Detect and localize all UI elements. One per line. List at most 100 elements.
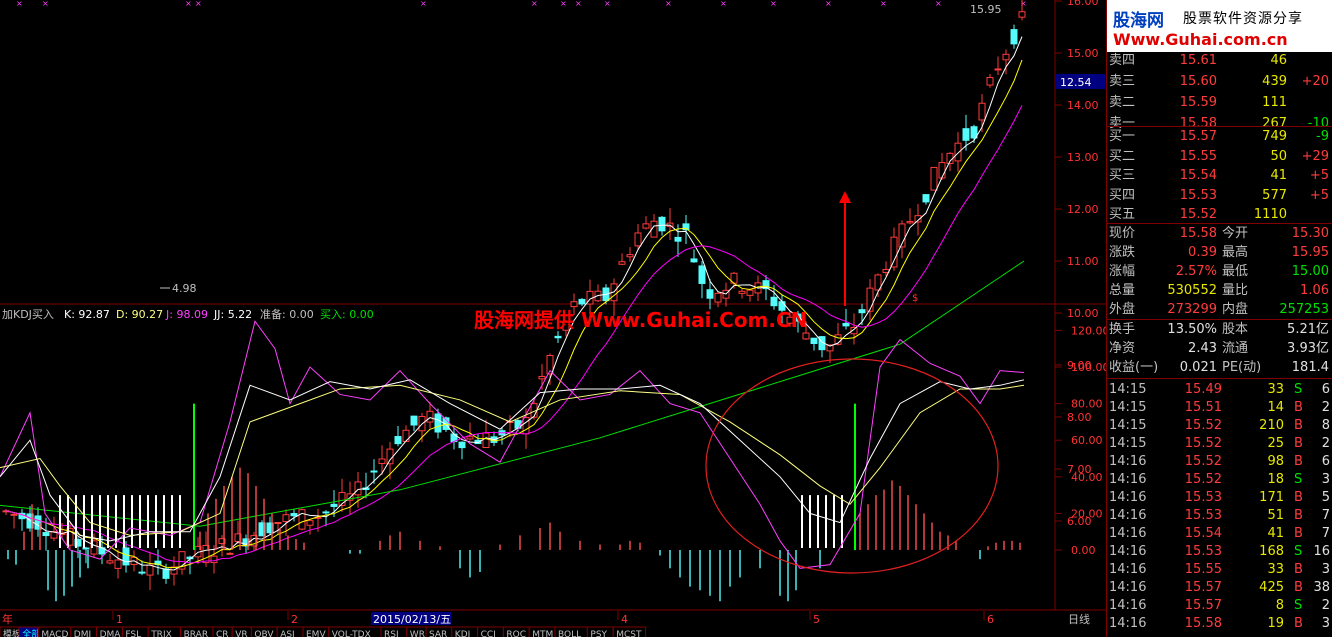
candle-body	[162, 568, 170, 579]
high-price-label: 15.95	[970, 3, 1002, 16]
tick-time: 14:16	[1109, 580, 1147, 595]
candle-body	[866, 287, 874, 312]
top-signal-mark: ×	[531, 0, 538, 8]
candle-body	[82, 547, 90, 550]
indicator-d: D: 90.27	[116, 308, 163, 321]
candle-body	[922, 194, 930, 203]
candle-body	[466, 436, 474, 440]
time-axis-label-6: 6	[987, 613, 994, 626]
tick-time: 14:16	[1109, 598, 1147, 613]
kdj-tick-label: 0.00	[1071, 544, 1096, 557]
tick-count: 2	[1321, 400, 1330, 415]
ask-change: +20	[1301, 74, 1329, 89]
tick-volume: 168	[1259, 544, 1284, 559]
candle-body	[370, 470, 378, 473]
candle-body	[402, 429, 410, 442]
tab-label: ROC	[506, 630, 526, 637]
tab-label: CCI	[481, 630, 496, 637]
top-signal-mark: ×	[665, 0, 672, 8]
tick-volume: 8	[1275, 598, 1284, 613]
bid-row: 买二 15.55 50 +29	[1107, 147, 1332, 166]
tick-count: 7	[1321, 526, 1330, 541]
candle-body	[458, 441, 466, 449]
bid-row: 买三 15.54 41 +5	[1107, 166, 1332, 185]
candle-body	[978, 102, 986, 121]
stat-label: 最高	[1222, 245, 1249, 260]
tick-row: 14:16 15.53 168 S 16	[1107, 542, 1332, 561]
kline-chart[interactable]: × × × × × × × × × × × × × × × × 16.0015.0014.0013.0012.…	[0, 0, 1106, 637]
bid-label: 买五	[1109, 207, 1136, 222]
time-axis-label-4: 4	[621, 613, 628, 626]
kdj-tick-label: 120.00	[1071, 324, 1106, 337]
tab-label: MCST	[616, 630, 642, 637]
stat-label: 今开	[1222, 226, 1249, 241]
bid-volume: 1110	[1253, 207, 1287, 222]
period-label[interactable]: 日线	[1068, 612, 1090, 626]
tick-time: 14:15	[1109, 436, 1147, 451]
bid-row: 买四 15.53 577 +5	[1107, 186, 1332, 205]
tick-row: 14:16 15.53 171 B 5	[1107, 488, 1332, 507]
ask-price: 15.59	[1179, 95, 1217, 110]
stat-row: 涨幅 2.57% 最低 15.00	[1107, 262, 1332, 281]
tab-label: PSY	[590, 630, 607, 637]
tick-volume: 171	[1259, 490, 1284, 505]
candle-body	[42, 532, 50, 537]
stat-value: 257253	[1279, 302, 1329, 317]
logo-url: Www.Guhai.com.cn	[1113, 30, 1288, 49]
bid-price: 15.52	[1179, 207, 1217, 222]
tab-label: DMA	[100, 630, 122, 637]
stat-value: 1.06	[1300, 283, 1329, 298]
candle-body	[274, 522, 282, 525]
tick-count: 16	[1313, 544, 1330, 559]
tick-row: 14:16 15.57 425 B 38	[1107, 578, 1332, 597]
ask-row: 卖二 15.59 111	[1107, 93, 1332, 112]
stat-label: 量比	[1222, 283, 1249, 298]
candle-body	[322, 511, 330, 514]
stat-label: 涨跌	[1109, 245, 1136, 260]
candle-body	[810, 337, 818, 344]
candle-body	[354, 481, 362, 496]
tick-price: 15.57	[1184, 598, 1222, 613]
candle-body	[938, 162, 946, 179]
tab-label: ASI	[280, 630, 295, 637]
candle-body	[114, 559, 122, 569]
tick-time: 14:16	[1109, 526, 1147, 541]
top-signal-mark: ×	[935, 0, 942, 8]
candle-body	[890, 236, 898, 268]
candle-body	[378, 458, 386, 464]
candle-body	[210, 555, 218, 564]
kdj-tick-label: 40.00	[1071, 471, 1103, 484]
stat-label: 总量	[1109, 283, 1136, 298]
tick-price: 15.52	[1184, 418, 1222, 433]
watermark-text: 股海网提供 Www.Guhai.Com.CN	[474, 308, 807, 332]
tick-price: 15.53	[1184, 490, 1222, 505]
bid-change: -9	[1316, 129, 1329, 144]
tick-count: 38	[1313, 580, 1330, 595]
candle-body	[290, 513, 298, 517]
indicator-jj: JJ: 5.22	[213, 308, 252, 321]
tab-label: 全部	[22, 628, 40, 637]
bid-row: 买五 15.52 1110	[1107, 205, 1332, 224]
price-tick-label: 14.00	[1067, 99, 1099, 112]
stat-row: 涨跌 0.39 最高 15.95	[1107, 243, 1332, 262]
tick-time: 14:16	[1109, 508, 1147, 523]
tick-row: 14:16 15.52 98 B 6	[1107, 452, 1332, 471]
top-signal-mark: ×	[420, 0, 427, 8]
top-signal-mark: ×	[575, 0, 582, 8]
indicator-ready: 准备: 0.00	[260, 307, 314, 321]
ma20-line	[5, 105, 1023, 564]
top-signal-mark: ×	[880, 0, 887, 8]
ask-row: 卖四 15.61 46	[1107, 51, 1332, 70]
stat-row: 现价 15.58 今开 15.30	[1107, 224, 1332, 243]
ask-price: 15.61	[1179, 53, 1217, 68]
tick-volume: 41	[1267, 526, 1284, 541]
stat-value: 13.50%	[1167, 322, 1217, 337]
top-signal-mark: ×	[604, 0, 611, 8]
ask-label: 卖二	[1109, 95, 1136, 110]
tick-price: 15.53	[1184, 508, 1222, 523]
tab-label: VR	[235, 630, 247, 637]
tick-count: 3	[1321, 616, 1330, 631]
stat-value: 181.4	[1291, 360, 1329, 375]
dollar-mark: $	[912, 293, 918, 304]
tick-volume: 14	[1267, 400, 1284, 415]
